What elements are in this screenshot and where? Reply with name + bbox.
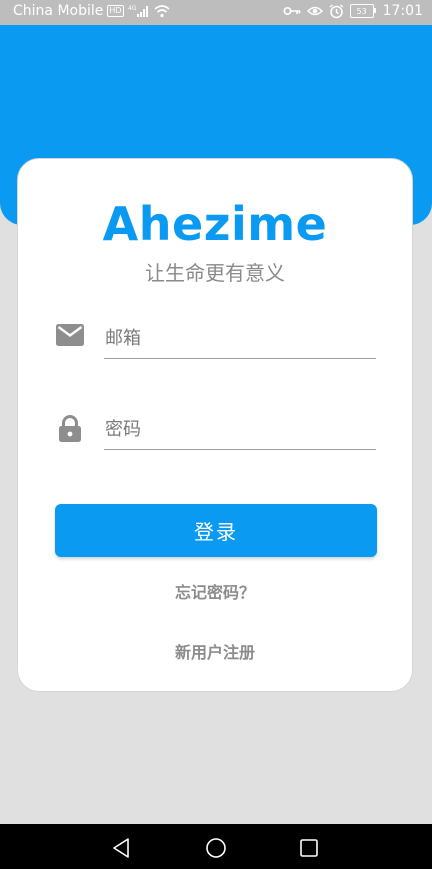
- login-button[interactable]: 登录: [55, 504, 377, 557]
- back-icon[interactable]: [110, 836, 134, 860]
- tagline: 让生命更有意义: [145, 261, 285, 285]
- carrier-name: China Mobile: [13, 3, 104, 19]
- eye-icon: [306, 4, 323, 18]
- recents-icon[interactable]: [297, 836, 321, 860]
- lock-icon: [58, 415, 86, 443]
- home-icon[interactable]: [204, 836, 228, 860]
- network-type: 4G: [128, 5, 137, 12]
- wifi-icon: [154, 4, 170, 18]
- password-field[interactable]: [104, 410, 376, 450]
- status-bar: China Mobile HD 4G 53 17:01: [0, 0, 432, 25]
- battery-icon: 53: [349, 4, 376, 18]
- hd-icon: HD: [107, 5, 124, 17]
- navigation-bar: [0, 824, 432, 869]
- email-field[interactable]: [104, 319, 376, 359]
- key-icon: [283, 4, 301, 18]
- login-card: Ahezime 让生命更有意义 登录 忘记密码？ 新用户注册: [17, 158, 413, 692]
- alarm-icon: [329, 3, 344, 19]
- mail-icon: [56, 324, 84, 352]
- forgot-password-link[interactable]: 忘记密码？: [18, 579, 412, 603]
- app-logo-text: Ahezime: [102, 197, 328, 251]
- signal-icon: 4G: [128, 4, 150, 18]
- register-link[interactable]: 新用户注册: [18, 639, 412, 663]
- clock: 17:01: [382, 3, 423, 19]
